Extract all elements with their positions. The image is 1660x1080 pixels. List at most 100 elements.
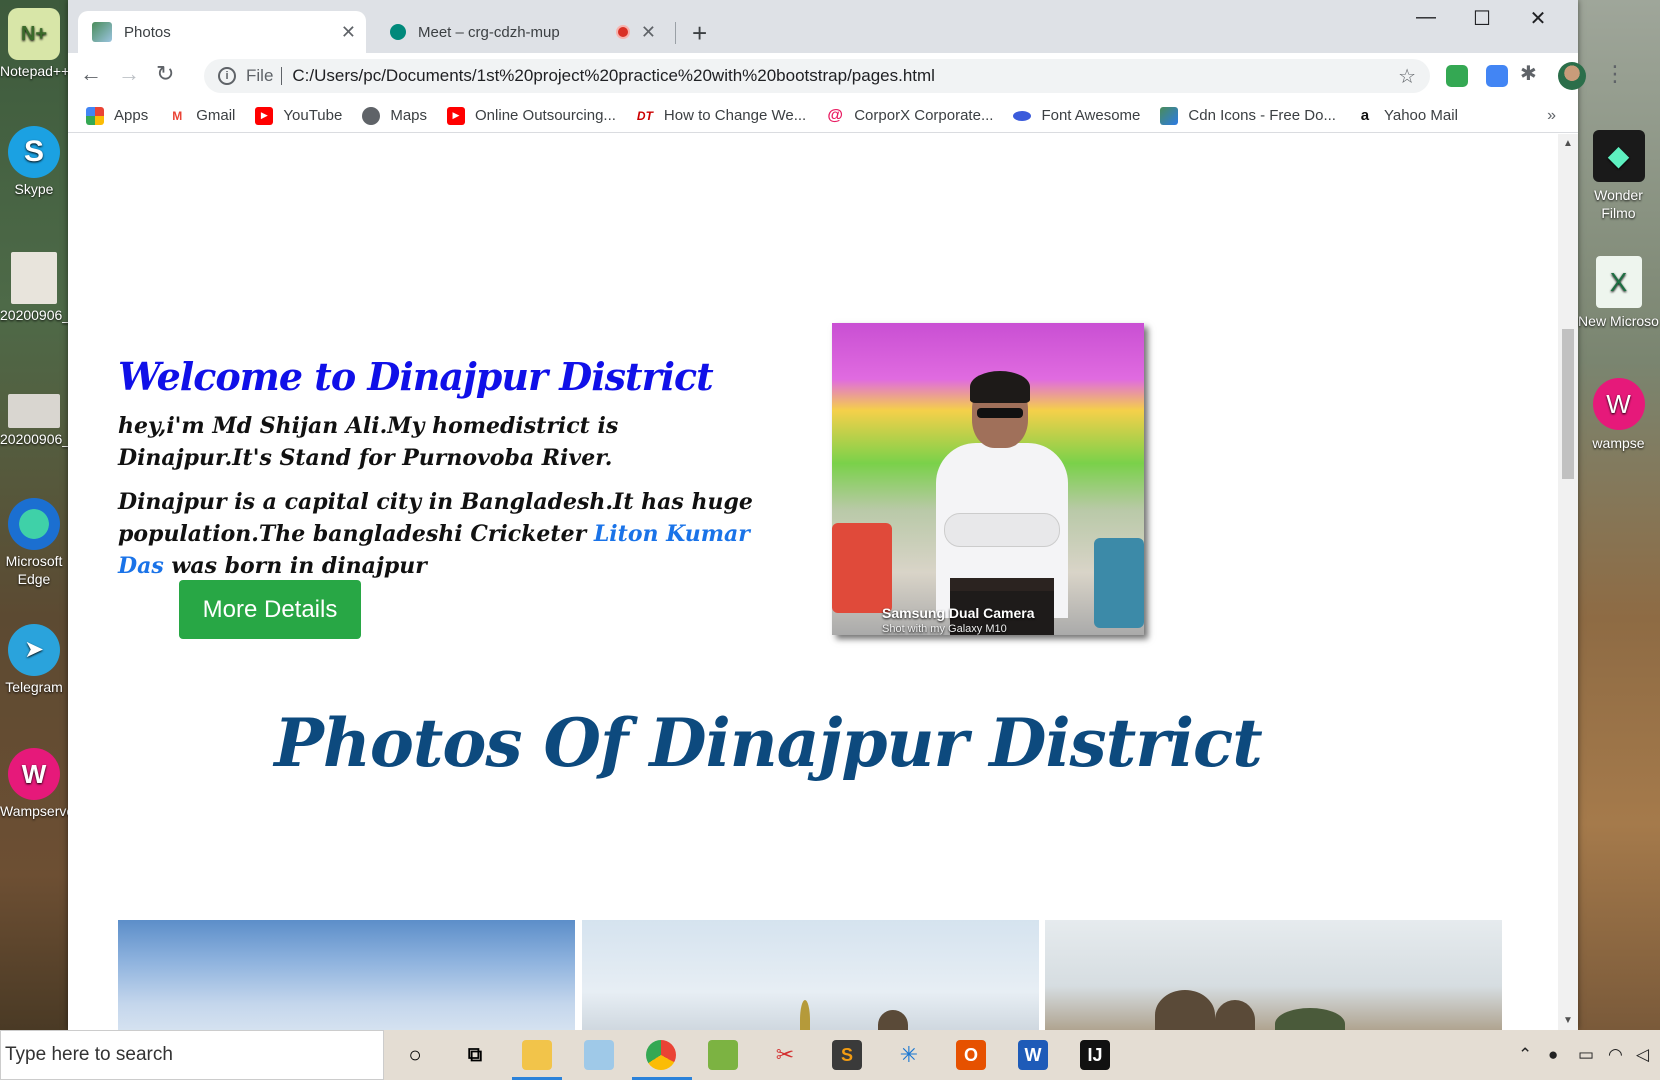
snipping-tool-icon[interactable]: ✂ — [770, 1040, 800, 1070]
intellij-icon[interactable]: IJ — [1080, 1040, 1110, 1070]
volume-icon[interactable]: ◁ — [1636, 1045, 1649, 1065]
desktop-icon-notepad[interactable]: N+ Notepad++ — [0, 8, 69, 80]
bookmark-cdn-icons[interactable]: Cdn Icons - Free Do... — [1160, 106, 1336, 125]
battery-icon[interactable]: ▭ — [1578, 1045, 1594, 1065]
desktop-icon-photo-1[interactable]: 20200906_ — [0, 252, 70, 324]
intro-paragraph: hey,i'm Md Shijan Ali.My homedistrict is… — [118, 413, 619, 471]
tab-meet[interactable]: Meet – crg-cdzh-mup ✕ — [376, 11, 666, 53]
desktop-icon-label: Telegram — [5, 679, 63, 695]
forward-arrow-icon[interactable]: → — [118, 61, 140, 87]
amazon-icon: a — [1360, 107, 1370, 124]
spire — [800, 1000, 810, 1030]
desktop-icon-wamp-right[interactable]: W wampse — [1577, 378, 1660, 452]
bookmark-label: CorporX Corporate... — [854, 107, 994, 124]
bookmark-font-awesome[interactable]: Font Awesome — [1013, 107, 1140, 124]
back-arrow-icon[interactable]: ← — [80, 61, 102, 87]
bookmark-online-outsourcing[interactable]: ▶ Online Outsourcing... — [447, 106, 616, 125]
dome — [878, 1010, 908, 1030]
desktop-icon-excel[interactable]: X New Microso — [1577, 256, 1660, 330]
desktop-icon-edge[interactable]: Microsoft Edge — [0, 498, 68, 588]
chair-right — [1094, 538, 1144, 628]
screen-recorder-icon[interactable]: ✳ — [894, 1040, 924, 1070]
taskbar-search-input[interactable]: Type here to search — [0, 1030, 384, 1080]
menu-kebab-icon[interactable]: ⋮ — [1604, 61, 1626, 87]
bookmark-gmail[interactable]: M Gmail — [168, 107, 235, 125]
task-view-icon[interactable]: ⧉ — [460, 1040, 490, 1070]
maximize-button[interactable]: ☐ — [1454, 6, 1510, 31]
microsoft-edge-icon — [8, 498, 60, 550]
bookmark-apps[interactable]: Apps — [86, 106, 149, 125]
bookmark-label: Font Awesome — [1041, 107, 1141, 124]
notepad-plus-plus-icon: N+ — [8, 8, 60, 60]
dome — [1155, 990, 1215, 1030]
camera-watermark-sub: Shot with my Galaxy M10 — [882, 623, 1007, 635]
office-icon[interactable]: O — [956, 1040, 986, 1070]
desktop-icon-label: 20200906_ — [0, 431, 71, 447]
bookmarks-overflow-icon[interactable]: » — [1547, 107, 1556, 125]
trees — [1275, 1008, 1345, 1030]
desktop-icon-label: Microsoft Edge — [5, 553, 63, 587]
photo-viewer-icon[interactable] — [708, 1040, 738, 1070]
extension-blue-icon[interactable] — [1486, 65, 1508, 87]
file-explorer-icon[interactable] — [522, 1040, 552, 1070]
desktop-icon-photo-2[interactable]: 20200906_ — [0, 382, 71, 448]
recording-indicator-icon — [616, 25, 630, 39]
tab-close-icon[interactable]: ✕ — [641, 22, 656, 43]
desktop-icon-telegram[interactable]: ➤ Telegram — [0, 624, 68, 696]
profile-avatar[interactable] — [1558, 62, 1586, 90]
bookmark-label: Gmail — [196, 107, 236, 124]
url-text[interactable]: C:/Users/pc/Documents/1st%20project%20pr… — [292, 66, 935, 86]
scroll-up-arrow-icon[interactable]: ▲ — [1563, 138, 1573, 149]
youtube-icon: ▶ — [447, 106, 466, 125]
more-details-button[interactable]: More Details — [179, 580, 361, 639]
microphone-icon[interactable]: ● — [1548, 1045, 1558, 1065]
desktop-icon-wondershare[interactable]: ◆ Wonder Filmo — [1577, 130, 1660, 222]
chrome-icon[interactable] — [646, 1040, 676, 1070]
minimize-button[interactable]: — — [1398, 6, 1454, 29]
sublime-text-icon[interactable]: S — [832, 1040, 862, 1070]
google-meet-favicon-icon — [390, 24, 406, 40]
tab-photos[interactable]: Photos ✕ — [78, 11, 366, 53]
page-scrollbar[interactable]: ▲ ▼ — [1558, 134, 1578, 1030]
photo-thumbnail-icon — [11, 252, 57, 304]
new-tab-button[interactable]: + — [692, 18, 707, 49]
extensions-puzzle-icon[interactable]: ✱ — [1520, 61, 1537, 86]
info-icon[interactable]: i — [218, 67, 236, 85]
bookmark-yahoo-mail[interactable]: a Yahoo Mail — [1356, 107, 1458, 125]
bookmark-youtube[interactable]: ▶ YouTube — [255, 106, 342, 125]
bookmark-star-icon[interactable]: ☆ — [1398, 64, 1416, 89]
excel-file-icon: X — [1595, 256, 1642, 308]
scroll-thumb[interactable] — [1562, 329, 1574, 479]
bookmark-corporx[interactable]: @ CorporX Corporate... — [826, 107, 993, 125]
notepad-app-icon[interactable] — [584, 1040, 614, 1070]
close-window-button[interactable]: ✕ — [1510, 6, 1566, 31]
extension-green-icon[interactable] — [1446, 65, 1468, 87]
bookmark-maps[interactable]: Maps — [362, 106, 427, 125]
page-viewport: Welcome to Dinajpur District hey,i'm Md … — [68, 134, 1558, 1030]
youtube-icon: ▶ — [255, 106, 274, 125]
gallery-image-3[interactable] — [1045, 920, 1502, 1030]
camera-watermark: Samsung Dual Camera — [882, 605, 1035, 621]
url-scheme: File — [246, 66, 274, 85]
profile-photo: Samsung Dual Camera Shot with my Galaxy … — [832, 323, 1144, 635]
desktop-icon-wampserver[interactable]: W Wampserve — [0, 748, 74, 820]
bookmark-label: Apps — [114, 107, 149, 124]
bookmark-how-to-change[interactable]: DT How to Change We... — [636, 107, 806, 125]
corporx-icon: @ — [827, 106, 844, 124]
show-hidden-icons-chevron-icon[interactable]: ⌃ — [1518, 1045, 1532, 1065]
tab-close-icon[interactable]: ✕ — [341, 22, 356, 43]
telegram-icon: ➤ — [8, 624, 60, 676]
skype-icon: S — [8, 126, 60, 178]
desktop-icon-skype[interactable]: S Skype — [0, 126, 68, 198]
dt-icon: DT — [636, 108, 653, 123]
gallery-image-2[interactable] — [582, 920, 1039, 1030]
gallery-image-1[interactable] — [118, 920, 575, 1030]
cortana-icon[interactable]: ○ — [400, 1040, 430, 1070]
tab-strip: Photos ✕ Meet – crg-cdzh-mup ✕ + — ☐ ✕ — [68, 0, 1578, 53]
person-belt — [950, 578, 1054, 592]
scroll-down-arrow-icon[interactable]: ▼ — [1563, 1015, 1573, 1026]
word-icon[interactable]: W — [1018, 1040, 1048, 1070]
wifi-icon[interactable]: ◠ — [1608, 1045, 1623, 1065]
address-bar[interactable]: i File C:/Users/pc/Documents/1st%20proje… — [204, 59, 1430, 93]
reload-icon[interactable]: ↻ — [156, 61, 174, 87]
